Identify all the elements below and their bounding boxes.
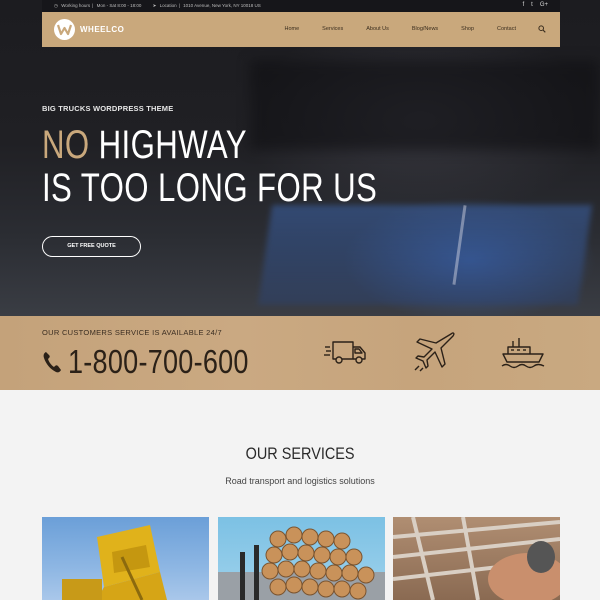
services-subtitle: Road transport and logistics solutions bbox=[225, 476, 375, 486]
top-info-bar: ◷ Working hours | Mon - Sat 8:00 - 18:00 … bbox=[42, 0, 560, 12]
brand-logo[interactable]: WHEELCO bbox=[54, 19, 124, 40]
location-label: Location bbox=[159, 3, 177, 8]
hero-background-screen bbox=[257, 205, 593, 305]
phone-block: 1-800-700-600 bbox=[42, 343, 288, 381]
brand-name: WHEELCO bbox=[80, 25, 125, 34]
headline-line1-rest: HIGHWAY bbox=[89, 123, 247, 167]
working-hours-label: Working hours bbox=[61, 3, 91, 8]
hero-eyebrow: BIG TRUCKS WORDPRESS THEME bbox=[42, 104, 174, 113]
headline-line2: IS TOO LONG FOR US bbox=[42, 166, 378, 210]
twitter-icon[interactable]: t bbox=[531, 2, 533, 8]
availability-text: OUR CUSTOMERS SERVICE IS AVAILABLE 24/7 bbox=[42, 328, 222, 337]
wheel-logo-icon bbox=[54, 19, 75, 40]
clock-icon: ◷ bbox=[54, 3, 58, 8]
get-free-quote-button[interactable]: GET FREE QUOTE bbox=[42, 236, 141, 257]
nav-item-home[interactable]: Home bbox=[284, 26, 299, 32]
google-plus-icon[interactable]: G+ bbox=[540, 2, 548, 8]
nav-item-shop[interactable]: Shop bbox=[461, 26, 474, 32]
location-value: 1010 Avenue, New York, NY 10018 US bbox=[183, 3, 261, 8]
timber-logs-image bbox=[218, 526, 385, 600]
hero-section: BIG TRUCKS WORDPRESS THEME NO HIGHWAY IS… bbox=[0, 0, 600, 316]
hero-headline: NO HIGHWAY IS TOO LONG FOR US bbox=[42, 124, 377, 210]
phone-number[interactable]: 1-800-700-600 bbox=[68, 343, 249, 381]
service-card-timber[interactable] bbox=[218, 517, 385, 600]
main-navbar: WHEELCO Home Services About Us Blog/News… bbox=[42, 12, 560, 47]
contact-band: OUR CUSTOMERS SERVICE IS AVAILABLE 24/7 … bbox=[0, 316, 600, 390]
industrial-pipes-image bbox=[393, 517, 560, 600]
truck-icon bbox=[324, 341, 366, 364]
services-heading: OUR SERVICES bbox=[245, 444, 355, 463]
facebook-icon[interactable]: f bbox=[522, 2, 524, 8]
headline-accent: NO bbox=[42, 123, 90, 167]
search-icon[interactable] bbox=[538, 25, 546, 33]
location-icon: ➤ bbox=[152, 3, 157, 8]
nav-item-blog-news[interactable]: Blog/News bbox=[412, 26, 438, 32]
nav-item-services[interactable]: Services bbox=[322, 26, 343, 32]
working-hours-value: Mon - Sat 8:00 - 18:00 bbox=[96, 3, 142, 8]
social-links: f t G+ bbox=[522, 2, 548, 8]
ship-icon bbox=[501, 338, 545, 369]
nav-item-about-us[interactable]: About Us bbox=[366, 26, 389, 32]
dump-truck-image bbox=[62, 525, 167, 600]
phone-icon bbox=[43, 352, 61, 373]
service-card-industrial[interactable] bbox=[393, 517, 560, 600]
service-card-dump-truck[interactable] bbox=[42, 517, 209, 600]
top-info: ◷ Working hours | Mon - Sat 8:00 - 18:00 … bbox=[54, 3, 261, 8]
airplane-icon bbox=[414, 332, 455, 372]
nav-item-contact[interactable]: Contact bbox=[497, 26, 516, 32]
primary-nav: Home Services About Us Blog/News Shop Co… bbox=[261, 25, 546, 33]
